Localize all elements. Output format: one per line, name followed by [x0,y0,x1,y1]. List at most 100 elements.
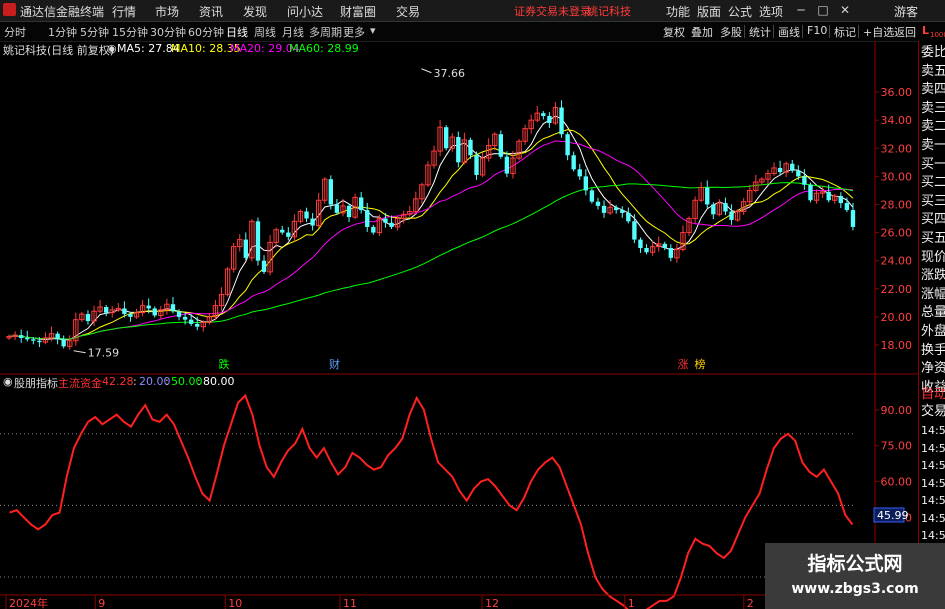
draw-line-button[interactable]: 画线 [778,24,800,40]
candle-body [498,134,504,157]
tab-multi-period[interactable]: 多周期 [309,24,342,40]
maximize-icon[interactable]: □ [816,3,830,17]
add-watchlist-button[interactable]: +自选 [863,24,894,40]
menu-formula[interactable]: 公式 [728,3,752,20]
back-button[interactable]: 返回 [894,24,916,40]
minimize-icon[interactable]: ─ [794,3,808,17]
tab-15min[interactable]: 15分钟 [112,24,148,40]
sidebar-item[interactable]: 卖三 [921,100,945,117]
divider [829,25,830,38]
sidebar-item[interactable]: 买二 [921,174,945,191]
sidebar-item[interactable]: 买三 [921,193,945,210]
menu-xiaoda[interactable]: 问小达 [287,3,323,20]
overlay-button[interactable]: 叠加 [691,24,713,40]
candle-body [55,333,60,340]
auto-label[interactable]: 自动 [921,386,945,403]
sidebar-item[interactable]: 总量 [921,304,945,321]
sidebar-item[interactable]: 外盘 [921,323,945,340]
candle-body [589,190,595,202]
menu-market[interactable]: 市场 [155,3,179,20]
menu-discover[interactable]: 发现 [243,3,267,20]
candle-body [723,203,728,212]
menu-wealth[interactable]: 财富圈 [340,3,376,20]
indicator-current-value: 45.99 [877,509,909,522]
sidebar-item[interactable]: 净资 [921,360,945,377]
sidebar-item[interactable]: 买五 [921,230,945,247]
tab-5min[interactable]: 5分钟 [80,24,109,40]
menu-options[interactable]: 选项 [759,3,783,20]
kline-chart[interactable]: 36.00 34.00 32.00 30.00 28.00 26.00 24.00 22.00… [0,41,918,609]
menu-trade[interactable]: 交易 [396,3,420,20]
sidebar-item[interactable]: 卖二 [921,118,945,135]
candle-body [808,184,813,201]
candle-body [577,169,582,177]
price-tick-label: 28.00 [881,198,913,211]
mark-button[interactable]: 标记 [834,24,856,40]
sidebar-item[interactable]: 现价 [921,249,945,266]
menu-quotes[interactable]: 行情 [112,3,136,20]
trade-label[interactable]: 交易 [921,403,945,420]
sidebar-item[interactable]: 买四 [921,211,945,228]
candle-body [85,314,91,322]
adjust-button[interactable]: 复权 [663,24,685,40]
tick-time: 14:56 [921,529,945,542]
tab-weekly[interactable]: 周线 [254,24,276,40]
tab-30min[interactable]: 30分钟 [150,24,186,40]
candle-body [346,205,352,218]
indicator-sep: : [133,375,137,388]
tick-time: 14:56 [921,424,945,437]
high-label: 37.66 [433,67,465,80]
tab-timeshare[interactable]: 分时 [4,24,26,40]
price-tick-label: 18.00 [881,339,913,352]
app-name: 通达信金融终端 [20,5,105,19]
indicator-settings-icon[interactable]: ◉ [3,375,13,388]
multi-stock-button[interactable]: 多股 [720,24,742,40]
sidebar-item[interactable]: 卖五 [921,63,945,80]
tab-more[interactable]: 更多 [343,24,365,40]
candle-body [286,232,291,237]
candle-body [638,239,643,249]
candle-body [280,229,285,233]
candle-body [195,323,200,327]
indicator-main-label: 主流资金 [58,377,102,390]
f10-button[interactable]: F10 [807,24,827,37]
close-icon[interactable]: ✕ [838,3,852,17]
price-tick-label: 36.00 [881,86,913,99]
sidebar-item[interactable]: 买一 [921,156,945,173]
sidebar-item[interactable]: 换手 [921,342,945,359]
corner-label: L [922,24,930,37]
guest-label[interactable]: 游客 [894,3,918,20]
candle-body [668,248,674,258]
ma-settings-icon[interactable]: ◉ [107,42,117,55]
tab-daily[interactable]: 日线 [226,24,248,40]
tick-time: 14:56 [921,441,945,455]
watermark-logo: 指标公式网 [807,553,903,575]
price-tick-label: 30.00 [881,170,913,183]
event-marker: 跌 [219,357,230,371]
candle-body [261,260,267,272]
price-tick-label: 22.00 [881,283,913,296]
menu-layout[interactable]: 版面 [697,3,721,20]
candle-body [365,210,370,227]
tab-monthly[interactable]: 月线 [282,24,304,40]
sidebar-item[interactable]: 卖四 [921,81,945,98]
menu-function[interactable]: 功能 [666,3,690,20]
sidebar-item[interactable]: 卖一 [921,137,945,154]
candle-body [61,339,66,347]
candle-body [37,340,42,343]
tab-1min[interactable]: 1分钟 [48,24,77,40]
x-tick-label: 2024年 [9,596,48,609]
indicator-tick-label: 75.00 [881,440,913,453]
sidebar-item[interactable]: 委比 [921,44,945,61]
x-tick-label: 1 [628,597,635,609]
sidebar-item[interactable]: 涨幅 [921,286,945,303]
candle-body [547,115,552,123]
more-dropdown-icon[interactable]: ▾ [370,24,376,37]
login-warning[interactable]: 证券交易未登录 [514,3,591,19]
tab-60min[interactable]: 60分钟 [188,24,224,40]
menu-news[interactable]: 资讯 [199,3,223,20]
candle-body [583,176,589,191]
candle-body [389,222,394,227]
stats-button[interactable]: 统计 [749,24,771,40]
sidebar-item[interactable]: 涨跌 [921,267,945,284]
